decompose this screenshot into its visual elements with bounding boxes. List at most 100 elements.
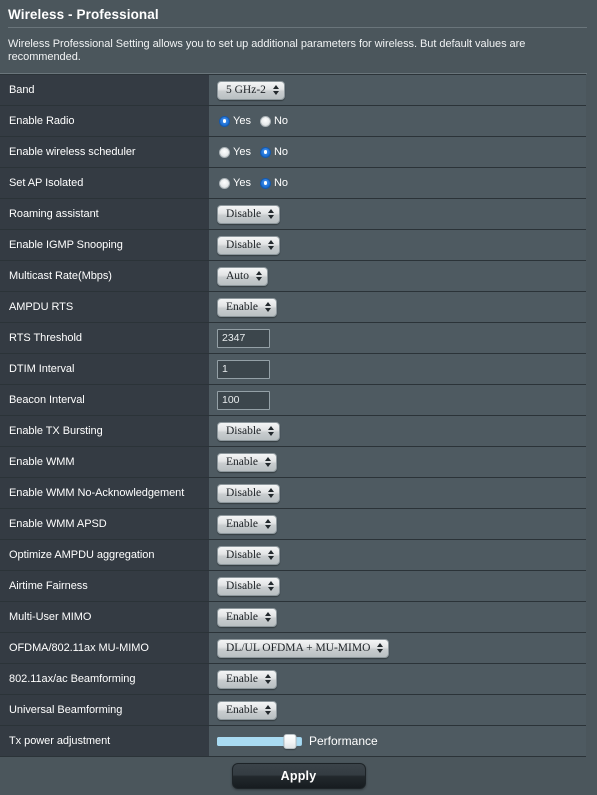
settings-row: Enable WMM No-Acknowledgement Disable (0, 478, 586, 509)
settings-row: Multi-User MIMO Enable (0, 602, 586, 633)
settings-row: Enable IGMP Snooping Disable (0, 230, 586, 261)
radio-dot-icon (259, 177, 271, 189)
select-optimize-ampdu-aggregation[interactable]: Disable (217, 545, 281, 565)
input-beacon-interval[interactable] (217, 390, 270, 410)
setting-label-enable-radio: Enable Radio (0, 106, 209, 136)
radio-enable-wireless-scheduler-yes[interactable]: Yes (219, 146, 251, 158)
setting-label-enable-wmm-apsd: Enable WMM APSD (0, 509, 209, 539)
spinner-arrows-icon (377, 643, 384, 653)
settings-row: Beacon Interval (0, 385, 586, 416)
slider-wrapper-tx-power-adjustment: Performance (217, 733, 378, 749)
apply-bar: Apply (0, 757, 597, 795)
setting-value-multicast-rate-mbps: Auto (209, 261, 586, 291)
settings-row: Multicast Rate(Mbps) Auto (0, 261, 586, 292)
select-band[interactable]: 5 GHz-2 (217, 80, 285, 100)
select-enable-wmm-apsd[interactable]: Enable (217, 514, 277, 534)
select-value-band: 5 GHz-2 (226, 84, 266, 96)
setting-label-enable-igmp-snooping: Enable IGMP Snooping (0, 230, 209, 260)
setting-value-optimize-ampdu-aggregation: Disable (209, 540, 586, 570)
settings-row: Set AP Isolated Yes No (0, 168, 586, 199)
setting-value-dtim-interval (209, 354, 586, 384)
setting-label-802-11ax-ac-beamforming: 802.11ax/ac Beamforming (0, 664, 209, 694)
setting-value-802-11ax-ac-beamforming: Enable (209, 664, 586, 694)
apply-button[interactable]: Apply (231, 763, 366, 789)
setting-value-enable-tx-bursting: Disable (209, 416, 586, 446)
setting-label-band: Band (0, 75, 209, 105)
radio-dot-icon (259, 115, 271, 127)
select-airtime-fairness[interactable]: Disable (217, 576, 281, 596)
radio-label: No (273, 146, 289, 158)
radio-dot-icon (259, 146, 271, 158)
spinner-arrows-icon (264, 457, 271, 467)
radio-group-set-ap-isolated: Yes No (217, 177, 288, 189)
setting-value-ofdma-802-11ax-mu-mimo: DL/UL OFDMA + MU-MIMO (209, 633, 586, 663)
setting-value-enable-igmp-snooping: Disable (209, 230, 586, 260)
setting-label-universal-beamforming: Universal Beamforming (0, 695, 209, 725)
settings-row: Enable Radio Yes No (0, 106, 586, 137)
setting-label-airtime-fairness: Airtime Fairness (0, 571, 209, 601)
spinner-arrows-icon (256, 271, 262, 281)
select-value-ofdma-802-11ax-mu-mimo: DL/UL OFDMA + MU-MIMO (226, 642, 371, 654)
select-value-enable-tx-bursting: Disable (226, 425, 262, 437)
setting-label-enable-wmm-no-acknowledgement: Enable WMM No-Acknowledgement (0, 478, 209, 508)
select-ampdu-rts[interactable]: Enable (217, 297, 277, 317)
radio-enable-radio-no[interactable]: No (259, 115, 288, 127)
radio-enable-wireless-scheduler-no[interactable]: No (259, 146, 289, 158)
settings-row: Optimize AMPDU aggregation Disable (0, 540, 586, 571)
settings-row: Enable wireless scheduler Yes No (0, 137, 586, 168)
slider-tx-power-adjustment[interactable] (217, 733, 302, 749)
spinner-arrows-icon (264, 612, 271, 622)
setting-value-multi-user-mimo: Enable (209, 602, 586, 632)
radio-set-ap-isolated-no[interactable]: No (259, 177, 289, 189)
select-enable-tx-bursting[interactable]: Disable (217, 421, 281, 441)
setting-label-rts-threshold: RTS Threshold (0, 323, 209, 353)
slider-value-label: Performance (309, 734, 378, 748)
settings-row: Airtime Fairness Disable (0, 571, 586, 602)
select-value-multicast-rate-mbps: Auto (226, 270, 249, 282)
radio-group-enable-wireless-scheduler: Yes No (217, 146, 288, 158)
settings-row: RTS Threshold (0, 323, 586, 354)
select-value-optimize-ampdu-aggregation: Disable (226, 549, 262, 561)
page-header: Wireless - Professional (0, 0, 597, 24)
spinner-arrows-icon (264, 302, 271, 312)
slider-handle[interactable] (283, 733, 297, 749)
setting-value-roaming-assistant: Disable (209, 199, 586, 229)
wireless-professional-page: Wireless - Professional Wireless Profess… (0, 0, 597, 795)
input-dtim-interval[interactable] (217, 359, 270, 379)
select-enable-igmp-snooping[interactable]: Disable (217, 235, 281, 255)
radio-enable-radio-yes[interactable]: Yes (219, 115, 251, 127)
setting-label-enable-tx-bursting: Enable TX Bursting (0, 416, 209, 446)
setting-label-optimize-ampdu-aggregation: Optimize AMPDU aggregation (0, 540, 209, 570)
select-multi-user-mimo[interactable]: Enable (217, 607, 277, 627)
spinner-arrows-icon (264, 674, 271, 684)
settings-row: Tx power adjustment Performance (0, 726, 586, 757)
select-value-802-11ax-ac-beamforming: Enable (226, 673, 258, 685)
select-value-roaming-assistant: Disable (226, 208, 262, 220)
select-enable-wmm-no-acknowledgement[interactable]: Disable (217, 483, 281, 503)
settings-row: DTIM Interval (0, 354, 586, 385)
setting-label-beacon-interval: Beacon Interval (0, 385, 209, 415)
setting-label-enable-wmm: Enable WMM (0, 447, 209, 477)
setting-label-enable-wireless-scheduler: Enable wireless scheduler (0, 137, 209, 167)
radio-dot-icon (219, 146, 230, 158)
setting-value-tx-power-adjustment: Performance (209, 726, 586, 756)
page-title: Wireless - Professional (8, 7, 159, 22)
input-rts-threshold[interactable] (217, 328, 270, 348)
select-universal-beamforming[interactable]: Enable (217, 700, 277, 720)
select-value-enable-wmm: Enable (226, 456, 258, 468)
setting-label-multicast-rate-mbps: Multicast Rate(Mbps) (0, 261, 209, 291)
select-roaming-assistant[interactable]: Disable (217, 204, 281, 224)
setting-value-enable-radio: Yes No (209, 106, 586, 136)
setting-value-ampdu-rts: Enable (209, 292, 586, 322)
select-802-11ax-ac-beamforming[interactable]: Enable (217, 669, 277, 689)
radio-set-ap-isolated-yes[interactable]: Yes (219, 177, 251, 189)
settings-row: Roaming assistant Disable (0, 199, 586, 230)
select-multicast-rate-mbps[interactable]: Auto (217, 266, 268, 286)
select-enable-wmm[interactable]: Enable (217, 452, 277, 472)
radio-label: No (273, 177, 289, 189)
settings-row: Enable TX Bursting Disable (0, 416, 586, 447)
select-ofdma-802-11ax-mu-mimo[interactable]: DL/UL OFDMA + MU-MIMO (217, 638, 390, 658)
setting-label-ofdma-802-11ax-mu-mimo: OFDMA/802.11ax MU-MIMO (0, 633, 209, 663)
settings-table: Band 5 GHz-2 Enable Radio Yes No Enable wirel… (0, 74, 586, 757)
select-value-airtime-fairness: Disable (226, 580, 262, 592)
